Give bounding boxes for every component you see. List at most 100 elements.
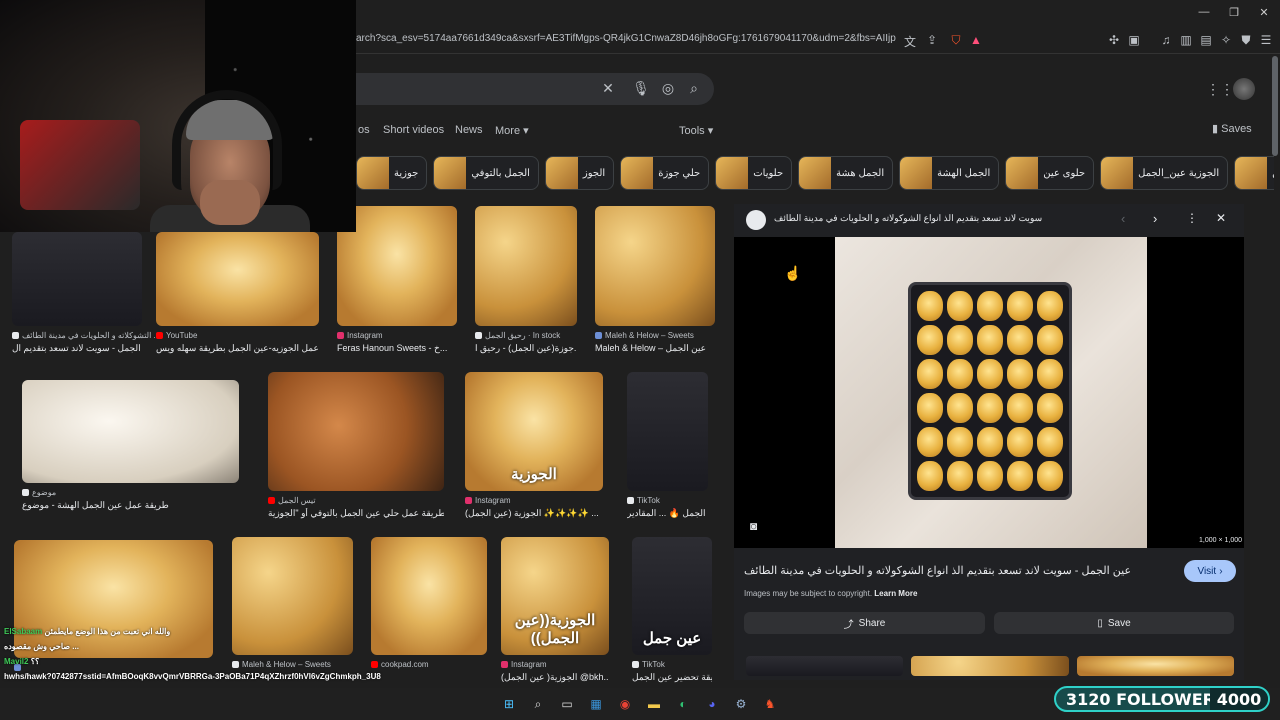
steam-icon[interactable]: ⚙ bbox=[732, 695, 750, 713]
chip-0[interactable]: جوزية bbox=[356, 156, 428, 190]
prev-arrow-icon[interactable]: ‹ bbox=[1121, 211, 1125, 226]
related-image[interactable] bbox=[1076, 656, 1234, 676]
tab-videos[interactable]: os bbox=[358, 124, 370, 136]
folder-icon[interactable]: ▬ bbox=[645, 695, 663, 713]
save-button[interactable]: ▯ Save bbox=[994, 612, 1234, 634]
related-image[interactable] bbox=[746, 656, 904, 676]
result-caption[interactable]: الجوزية (عين الجمل) ✨✨✨✨ ... bbox=[465, 508, 603, 519]
search-icon[interactable]: ⌕ bbox=[529, 695, 547, 713]
search-input[interactable] bbox=[340, 73, 714, 105]
image-result[interactable]: رحيق الجمل · In stock جوزة(عين الجمل) - ر… bbox=[475, 206, 577, 360]
lens-search-icon[interactable]: ◙ bbox=[750, 519, 757, 533]
saves-button[interactable]: ▮ Saves bbox=[1212, 122, 1252, 135]
result-caption[interactable]: Feras Hanoun Sweets - خ... bbox=[337, 343, 457, 354]
learn-more-link[interactable]: Learn More bbox=[874, 589, 917, 598]
image-result[interactable]: الجوزية((عين الجمل)) Instagram الجوزية( عي… bbox=[501, 537, 609, 689]
result-thumbnail[interactable] bbox=[595, 206, 715, 326]
image-result[interactable]: cookpad.com bbox=[371, 537, 487, 689]
leo-icon[interactable]: ✧ bbox=[1218, 33, 1234, 47]
close-panel-icon[interactable]: ✕ bbox=[1216, 211, 1226, 225]
image-result[interactable]: Maleh & Helow – Sweets Maleh & Helow – عي… bbox=[595, 206, 715, 360]
apps-grid-icon[interactable]: ⋮⋮ bbox=[1206, 81, 1234, 98]
mic-icon[interactable]: 🎙 bbox=[632, 80, 650, 97]
result-caption[interactable]: عين الجمل 🔥 ... المقادير bbox=[627, 508, 708, 519]
image-result[interactable]: التشوكلاته و الحلويات في مدينة الطائف ..… bbox=[12, 232, 160, 360]
result-caption[interactable]: طريقة عمل عين الجمل الهشة - موضوع bbox=[22, 500, 239, 511]
close-window-icon[interactable]: ✕ bbox=[1256, 6, 1272, 19]
result-thumbnail[interactable]: عين جمل bbox=[632, 537, 712, 655]
share-button[interactable]: ⤴ Share bbox=[744, 612, 985, 634]
tools-button[interactable]: Tools ▾ bbox=[679, 124, 713, 137]
tab-short-videos[interactable]: Short videos bbox=[383, 124, 444, 136]
search-icon[interactable]: ⌕ bbox=[685, 80, 703, 97]
result-thumbnail[interactable]: الجوزية((عين الجمل)) bbox=[501, 537, 609, 655]
avatar[interactable] bbox=[1233, 78, 1255, 100]
vpn-icon[interactable]: ⛊ bbox=[1238, 33, 1254, 48]
chip-4[interactable]: حلويات bbox=[715, 156, 793, 190]
result-thumbnail[interactable] bbox=[156, 232, 319, 326]
taskview-icon[interactable]: ▭ bbox=[558, 695, 576, 713]
result-thumbnail[interactable] bbox=[371, 537, 487, 655]
image-result[interactable]: Maleh & Helow – Sweets bbox=[232, 537, 353, 689]
page-scrollbar[interactable] bbox=[1272, 56, 1278, 156]
rewards-icon[interactable]: ▲ bbox=[968, 33, 984, 47]
screenshot-icon[interactable]: ▣ bbox=[1126, 33, 1142, 47]
chip-7[interactable]: حلوى عين bbox=[1005, 156, 1095, 190]
panel-headline[interactable]: عين الجمل - سويت لاند تسعد بتقديم الذ ان… bbox=[744, 564, 1164, 577]
wallet-icon[interactable]: ▤ bbox=[1198, 33, 1214, 47]
chip-8[interactable]: الجوزية عين_الجمل bbox=[1100, 156, 1229, 190]
chip-5[interactable]: الجمل هشة bbox=[798, 156, 894, 190]
visit-button[interactable]: Visit › bbox=[1184, 560, 1236, 582]
share-icon[interactable]: ⇪ bbox=[924, 33, 940, 47]
chip-6[interactable]: الجمل الهشة bbox=[899, 156, 1000, 190]
url-text[interactable]: arch?sca_esv=5174aa7661d349ca&sxsrf=AE3T… bbox=[356, 33, 896, 44]
store-icon[interactable]: ▦ bbox=[587, 695, 605, 713]
maximize-icon[interactable]: ❐ bbox=[1226, 6, 1242, 19]
panel-site-title[interactable]: سويت لاند تسعد بتقديم الذ انواع الشوكولا… bbox=[774, 213, 1104, 224]
image-result[interactable] bbox=[14, 540, 213, 692]
tab-more[interactable]: More ▾ bbox=[495, 124, 529, 137]
menu-icon[interactable]: ☰ bbox=[1258, 33, 1274, 47]
result-thumbnail[interactable] bbox=[268, 372, 444, 491]
result-caption[interactable]: جوزة(عين الجمل) - رحيق ا... bbox=[475, 343, 577, 354]
result-caption[interactable]: طريقة عمل الجوزيه-عين الجمل بطريقة سهله … bbox=[156, 343, 319, 354]
result-caption[interactable]: الجوزية( عين الجمل) @bkh... bbox=[501, 672, 609, 683]
result-caption[interactable]: طريقة تحضير عين الجمل ... bbox=[632, 672, 712, 683]
music-icon[interactable]: ♫ bbox=[1158, 33, 1174, 47]
more-options-icon[interactable]: ⋮ bbox=[1186, 211, 1198, 225]
brave-icon[interactable]: ♞ bbox=[761, 695, 779, 713]
result-thumbnail[interactable] bbox=[627, 372, 708, 491]
windows-icon[interactable]: ⊞ bbox=[500, 695, 518, 713]
image-result[interactable]: الجوزية Instagram الجوزية (عين الجمل) ✨✨✨✨… bbox=[465, 372, 603, 525]
next-arrow-icon[interactable]: › bbox=[1153, 211, 1157, 226]
image-result[interactable]: TikTok عين الجمل 🔥 ... المقادير bbox=[627, 372, 708, 525]
tab-news[interactable]: News bbox=[455, 124, 483, 136]
image-result[interactable]: تيس الجمل طريقة عمل حلي عين الجمل بالتوفي… bbox=[268, 372, 444, 525]
chip-1[interactable]: الجمل بالتوفي bbox=[433, 156, 539, 190]
chip-9[interactable]: جوز عين bbox=[1234, 156, 1274, 190]
chrome-icon[interactable]: ◉ bbox=[616, 695, 634, 713]
result-thumbnail[interactable] bbox=[12, 232, 142, 326]
result-thumbnail[interactable] bbox=[475, 206, 577, 326]
image-result[interactable]: YouTube طريقة عمل الجوزيه-عين الجمل بطريق… bbox=[156, 232, 319, 360]
clear-icon[interactable]: ✕ bbox=[599, 80, 617, 97]
image-result[interactable]: موضوع طريقة عمل عين الجمل الهشة - موضوع bbox=[22, 380, 239, 517]
result-thumbnail[interactable] bbox=[22, 380, 239, 483]
result-thumbnail[interactable] bbox=[14, 540, 213, 658]
minimize-icon[interactable]: — bbox=[1196, 6, 1212, 18]
chip-2[interactable]: الجوز bbox=[544, 156, 615, 190]
chip-3[interactable]: حلي جوزة bbox=[620, 156, 710, 190]
image-result[interactable]: عين جمل TikTok طريقة تحضير عين الجمل ... bbox=[632, 537, 712, 689]
result-thumbnail[interactable] bbox=[232, 537, 353, 655]
result-caption[interactable]: Maleh & Helow – عين الجمل bbox=[595, 343, 715, 354]
extensions-icon[interactable]: ✣ bbox=[1106, 33, 1122, 47]
edge-icon[interactable]: ◐ bbox=[674, 695, 692, 713]
result-caption[interactable]: طريقة عمل حلي عين الجمل بالتوفي أو "الجو… bbox=[268, 508, 444, 519]
sidebar-icon[interactable]: ▥ bbox=[1178, 33, 1194, 47]
result-thumbnail[interactable]: الجوزية bbox=[465, 372, 603, 491]
result-caption[interactable]: عين الجمل - سويت لاند تسعد بتقديم ال... bbox=[12, 343, 142, 354]
discord-icon[interactable]: ◕ bbox=[703, 695, 721, 713]
brave-shield-icon[interactable]: ⛉ bbox=[948, 33, 964, 48]
translate-icon[interactable]: 文 bbox=[902, 33, 918, 50]
lens-icon[interactable]: ◎ bbox=[659, 80, 677, 97]
